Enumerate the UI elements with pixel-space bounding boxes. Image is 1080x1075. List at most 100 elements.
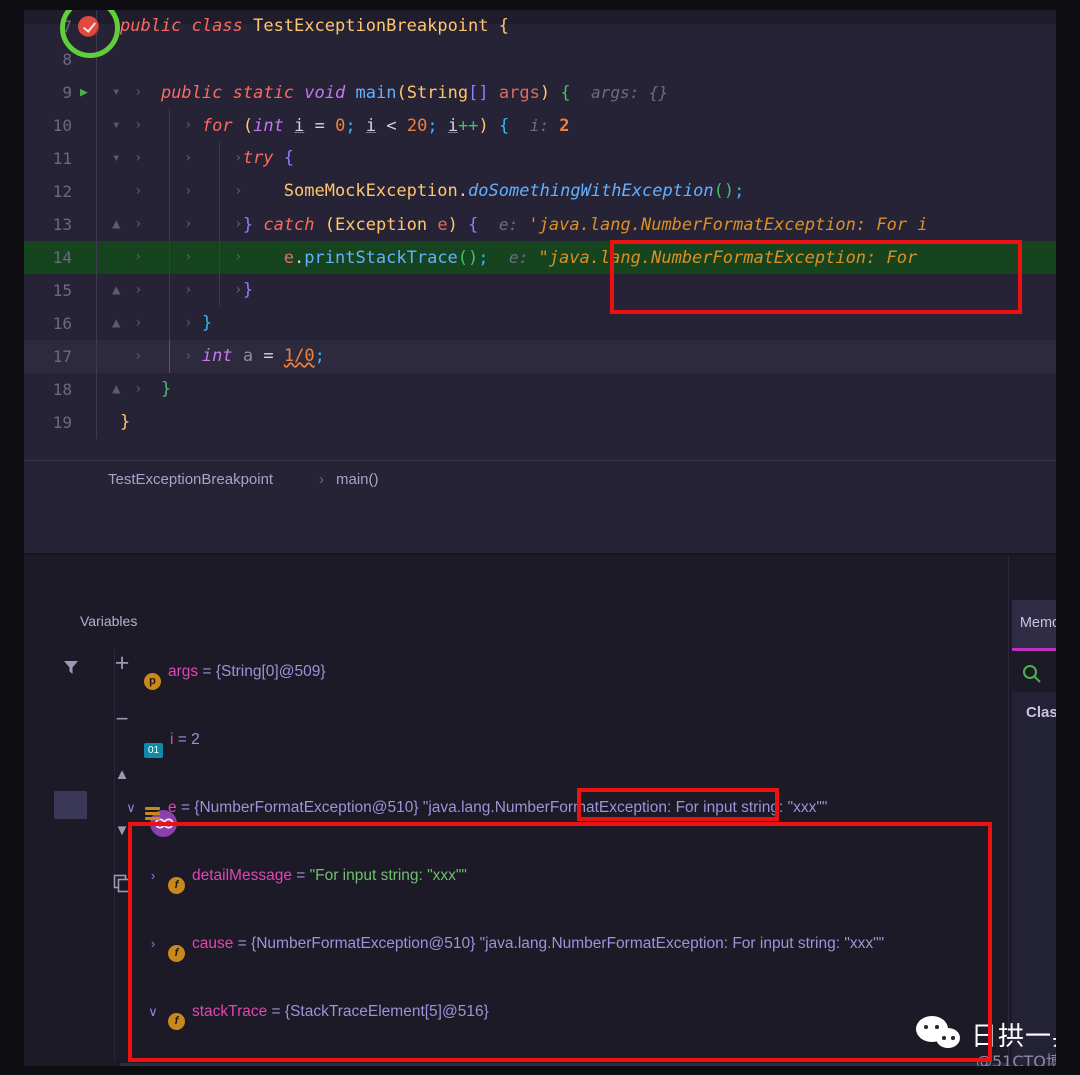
code-line-11[interactable]: 11 ▾ › › › try { — [24, 142, 1056, 175]
code-text: for (int i = 0; i < 20; i++) { i: 2 — [201, 116, 570, 136]
variable-name: args — [168, 663, 199, 680]
variable-value: {StackTraceElement[5]@516} — [284, 1003, 489, 1020]
expand-arrow-icon[interactable]: › — [146, 927, 160, 961]
code-text: } — [242, 280, 254, 300]
editor-filler — [24, 498, 1056, 553]
filter-icon[interactable] — [54, 658, 88, 681]
variable-eq: = — [291, 867, 310, 884]
run-gutter-icon[interactable]: ▶ — [80, 76, 96, 109]
code-line-7[interactable]: 7 ▶ public class TestExceptionBreakpoint… — [24, 10, 1056, 43]
array-badge-icon — [144, 806, 161, 821]
inline-hint: args: {} — [591, 83, 669, 102]
line-number: 16 — [52, 314, 72, 333]
variable-row-e[interactable]: ∨ e = {NumberFormatException@510} "java.… — [120, 791, 1020, 825]
search-icon[interactable] — [1020, 662, 1044, 686]
line-number: 13 — [52, 215, 72, 234]
code-line-17-caret[interactable]: 17 › › int a = 1/0; — [24, 340, 1056, 373]
variable-value: {NumberFormatException@510} "java.lang.N… — [194, 799, 828, 816]
line-number: 11 — [52, 149, 72, 168]
ide-window: 7 ▶ public class TestExceptionBreakpoint… — [24, 10, 1056, 1066]
variable-eq: = — [233, 935, 252, 952]
breadcrumb-class[interactable]: TestExceptionBreakpoint — [108, 471, 273, 488]
code-text: int a = 1/0; — [201, 346, 325, 366]
variable-row-args[interactable]: p args = {String[0]@509} — [120, 655, 1020, 690]
line-number: 17 — [52, 347, 72, 366]
code-line-15[interactable]: 15 ▲ › › › } — [24, 274, 1056, 307]
variable-row-cause[interactable]: › f cause = {NumberFormatException@510} … — [120, 927, 1020, 962]
code-line-14-breakpoint-hit[interactable]: 14 › › › › e.printStackTrace(); e: "java… — [24, 241, 1056, 274]
watermark-source: @51CTO博客 — [976, 1052, 1056, 1066]
code-line-9[interactable]: 9 ▶ ▾ › public static void main(String[]… — [24, 76, 1056, 109]
variable-name: detailMessage — [192, 867, 292, 884]
code-line-16[interactable]: 16 ▲ › › } — [24, 307, 1056, 340]
code-text: try { — [242, 148, 295, 168]
line-number: 18 — [52, 380, 72, 399]
right-panel-separator — [1008, 555, 1009, 1066]
parameter-badge-icon: p — [144, 673, 161, 690]
variable-eq: = — [198, 663, 216, 680]
code-text: SomeMockException.doSomethingWithExcepti… — [283, 181, 745, 201]
variable-row-stacktrace-0[interactable]: › 0 = {StackTraceElement@519} "java.lang… — [120, 1063, 1008, 1066]
memory-class-column-header[interactable]: Class — [1012, 692, 1056, 736]
primitive-badge-icon: 01 — [144, 743, 163, 758]
expand-arrow-icon[interactable]: › — [146, 859, 160, 893]
code-text: } — [160, 379, 172, 399]
code-line-19[interactable]: 19 } — [24, 406, 1056, 439]
variable-row-detailMessage[interactable]: › f detailMessage = "For input string: "… — [120, 859, 1020, 894]
breadcrumb-separator: › — [319, 471, 324, 488]
code-line-18[interactable]: 18 ▲ › } — [24, 373, 1056, 406]
code-text: } — [201, 313, 213, 333]
variable-eq: = — [173, 731, 192, 748]
line-number: 19 — [52, 413, 72, 432]
inline-hint: i: — [529, 116, 550, 135]
variable-eq: = — [267, 1003, 285, 1020]
expand-arrow-icon[interactable]: › — [168, 1063, 182, 1066]
expand-arrow-icon[interactable]: ∨ — [146, 995, 160, 1029]
code-text: e.printStackTrace(); e: "java.lang.Numbe… — [283, 248, 918, 268]
variable-row-i[interactable]: 01 i = 2 — [120, 723, 1020, 758]
screenshot-root: 7 ▶ public class TestExceptionBreakpoint… — [0, 0, 1080, 1075]
inline-hint-value: "java.lang.NumberFormatException: For — [538, 248, 918, 268]
inline-hint-value: 'java.lang.NumberFormatException: For i — [528, 215, 928, 235]
field-badge-icon: f — [168, 877, 185, 894]
variable-value: "For input string: "xxx"" — [309, 867, 467, 884]
code-line-13[interactable]: 13 ▲ › › › } catch (Exception e) { e: 'j… — [24, 208, 1056, 241]
variable-eq: = — [176, 799, 195, 816]
line-number: 9 — [62, 83, 72, 102]
memory-panel: Memory Class — [1012, 600, 1056, 1066]
variable-row-stackTrace[interactable]: ∨ f stackTrace = {StackTraceElement[5]@5… — [120, 995, 1020, 1030]
breadcrumb-method[interactable]: main() — [336, 471, 379, 488]
code-line-10[interactable]: 10 ▾ › › for (int i = 0; i < 20; i++) { … — [24, 109, 1056, 142]
inline-hint: e: — [509, 248, 529, 267]
debugger-side-toolbar: + − ▲ ▼ — [54, 650, 177, 893]
code-text: public static void main(String[] args) {… — [160, 83, 669, 103]
expand-arrow-icon[interactable]: ∨ — [124, 791, 138, 825]
tab-memory[interactable]: Memory — [1012, 600, 1056, 648]
variable-name: cause — [192, 935, 234, 952]
variable-value: 2 — [191, 731, 200, 748]
variable-name: stackTrace — [192, 1003, 268, 1020]
code-text: public class TestExceptionBreakpoint { — [120, 16, 510, 36]
line-number: 12 — [52, 182, 72, 201]
code-line-8[interactable]: 8 — [24, 43, 1056, 76]
line-number: 8 — [62, 50, 72, 69]
wechat-icon-secondary — [936, 1028, 960, 1048]
inline-hint: e: — [498, 215, 519, 234]
field-badge-icon: f — [168, 1013, 185, 1030]
variables-tree[interactable]: p args = {String[0]@509} 01 i = 2 ∨ e = … — [120, 655, 1020, 1066]
line-number: 14 — [52, 248, 72, 267]
field-recursive-badge-icon: f — [168, 945, 185, 962]
code-text: } catch (Exception e) { e: 'java.lang.Nu… — [242, 215, 928, 235]
vertical-scrollbar-thumb[interactable] — [54, 791, 87, 819]
inline-hint-value: 2 — [559, 116, 570, 136]
code-text: } — [120, 412, 131, 432]
code-line-12[interactable]: 12 › › › › SomeMockException.doSomething… — [24, 175, 1056, 208]
code-editor[interactable]: 7 ▶ public class TestExceptionBreakpoint… — [24, 10, 1056, 460]
memory-class-label: Class — [1025, 704, 1056, 721]
variable-name: e — [168, 799, 177, 816]
line-number: 15 — [52, 281, 72, 300]
line-number: 10 — [52, 116, 72, 135]
breadcrumb: TestExceptionBreakpoint › main() — [24, 460, 1056, 499]
tab-memory-label: Memory — [1019, 615, 1056, 631]
tab-active-underline — [1012, 648, 1056, 651]
